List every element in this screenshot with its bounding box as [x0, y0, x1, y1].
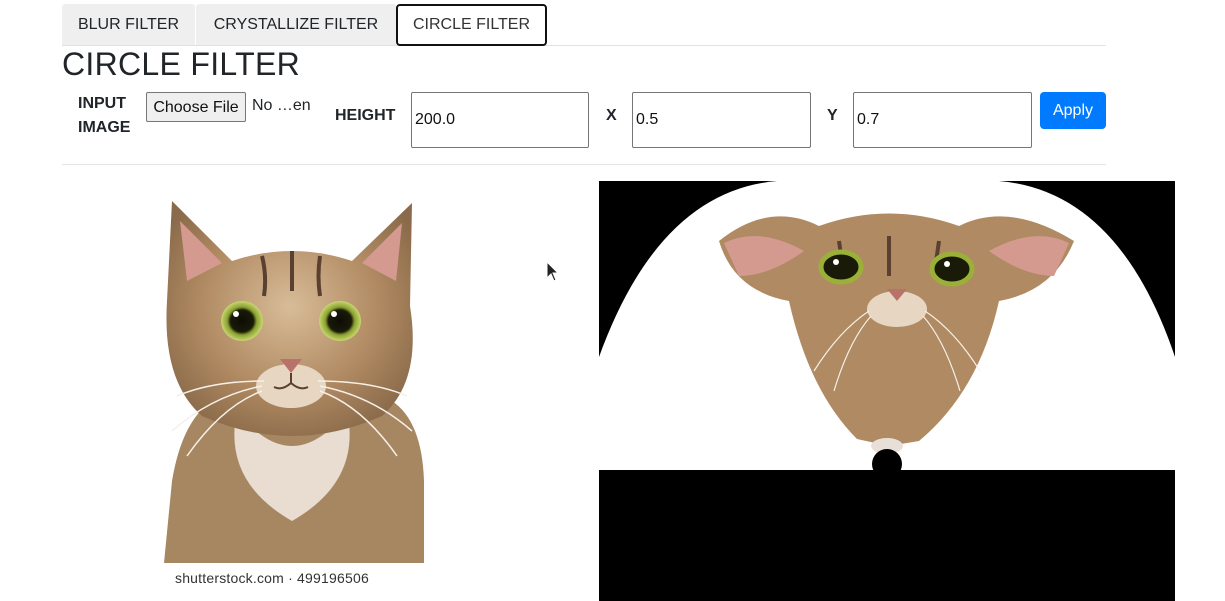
- tab-circle-filter[interactable]: CIRCLE FILTER: [396, 4, 547, 46]
- cat-photo: [164, 201, 424, 563]
- filtered-output-image: [599, 181, 1175, 601]
- input-image-label-line1: INPUT: [78, 95, 126, 112]
- page-title: CIRCLE FILTER: [62, 46, 301, 82]
- divider: [62, 164, 1106, 165]
- x-label: X: [606, 107, 617, 124]
- choose-file-button[interactable]: Choose File: [146, 92, 246, 122]
- tab-blur-filter[interactable]: BLUR FILTER: [62, 4, 195, 45]
- image-credit: shutterstock.com · 499196506: [175, 570, 369, 586]
- circle-filtered-photo: [599, 181, 1175, 601]
- height-label: HEIGHT: [335, 107, 396, 124]
- y-label: Y: [827, 107, 838, 124]
- original-image: shutterstock.com · 499196506: [62, 181, 582, 601]
- tab-crystallize-filter[interactable]: CRYSTALLIZE FILTER: [196, 4, 396, 45]
- apply-button[interactable]: Apply: [1040, 92, 1106, 129]
- filter-tabs: BLUR FILTER CRYSTALLIZE FILTER CIRCLE FI…: [62, 4, 1106, 46]
- input-image-label-line2: IMAGE: [78, 119, 131, 136]
- x-input[interactable]: [632, 92, 811, 148]
- height-input[interactable]: [411, 92, 589, 148]
- file-status-text: No …en: [252, 97, 311, 114]
- y-input[interactable]: [853, 92, 1032, 148]
- mouse-cursor-icon: [546, 261, 560, 282]
